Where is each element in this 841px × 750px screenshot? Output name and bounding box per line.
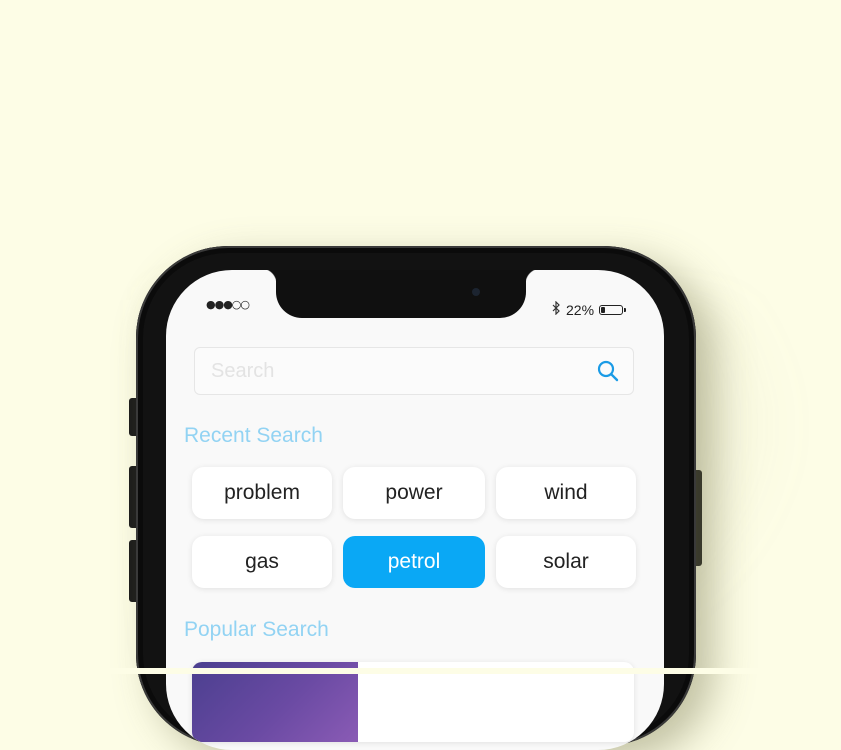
battery-percent: 22%: [566, 301, 595, 318]
search-input[interactable]: [195, 347, 595, 395]
chip-wind[interactable]: wind: [496, 467, 636, 519]
popular-search-card[interactable]: [192, 662, 634, 742]
popular-search-title: Popular Search: [184, 618, 329, 641]
battery-fill: [601, 306, 606, 313]
recent-search-chips: problem power wind gas petrol solar: [192, 467, 638, 588]
status-right: 22%: [552, 300, 627, 318]
chip-power[interactable]: power: [343, 467, 485, 519]
chip-solar[interactable]: solar: [496, 536, 636, 588]
bluetooth-icon: [552, 300, 561, 318]
phone-screen: ●●●○○ 22% Recent Search problem power wi…: [166, 270, 664, 750]
chip-problem[interactable]: problem: [192, 467, 332, 519]
search-icon[interactable]: [595, 358, 621, 384]
recent-search-title: Recent Search: [184, 424, 323, 447]
notch: [261, 270, 541, 318]
popular-search-thumbnail: [192, 662, 358, 742]
battery-icon: [599, 304, 627, 315]
search-bar[interactable]: [194, 347, 634, 395]
chip-petrol[interactable]: petrol: [343, 536, 485, 588]
camera-icon: [472, 288, 480, 296]
signal-strength: ●●●○○: [206, 298, 250, 311]
bottom-crop: [0, 668, 841, 674]
chip-gas[interactable]: gas: [192, 536, 332, 588]
